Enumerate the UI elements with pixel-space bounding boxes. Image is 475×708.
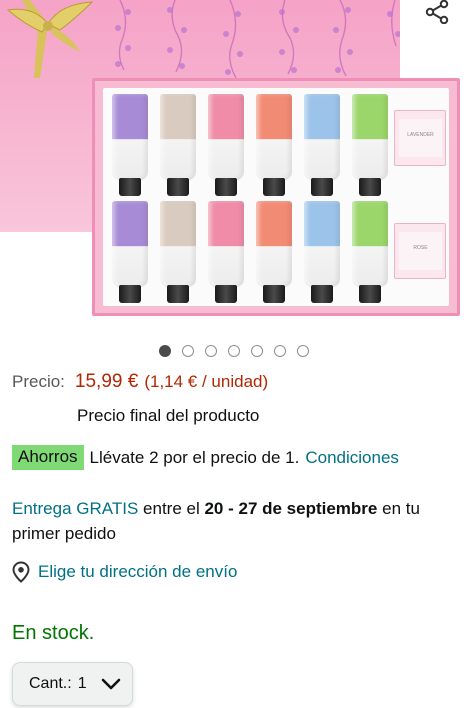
quantity-value: 1 xyxy=(77,675,87,692)
carousel-dot[interactable] xyxy=(228,345,240,357)
address-selector[interactable]: Elige tu dirección de envío xyxy=(11,561,237,583)
tube-row-bottom xyxy=(109,201,394,305)
hand-cream-tube xyxy=(301,201,340,305)
hand-cream-tube xyxy=(301,94,340,198)
delivery-dates: 20 - 27 de septiembre xyxy=(204,499,378,518)
unit-price: (1,14 € / unidad) xyxy=(144,372,269,391)
quantity-label: Cant.: xyxy=(29,675,72,692)
hand-cream-tube xyxy=(157,201,196,305)
hand-cream-tube xyxy=(349,94,388,198)
free-delivery-link[interactable]: Entrega GRATIS xyxy=(12,499,138,518)
tube-row-top xyxy=(109,94,394,198)
hand-cream-tube xyxy=(253,94,292,198)
quantity-dropdown[interactable]: Cant.: 1 xyxy=(12,662,133,706)
carousel-dot[interactable] xyxy=(159,345,171,357)
choose-address-link[interactable]: Elige tu dirección de envío xyxy=(38,562,237,582)
soap-box-rose: ROSE xyxy=(394,223,446,279)
soap-box-lavender: LAVENDER xyxy=(394,110,446,166)
product-image[interactable]: LAVENDER ROSE xyxy=(0,0,475,330)
savings-row: Ahorros Llévate 2 por el precio de 1. Co… xyxy=(12,445,399,470)
price-label: Precio: xyxy=(12,372,65,391)
hand-cream-tube xyxy=(205,94,244,198)
gift-box-tray: LAVENDER ROSE xyxy=(92,78,460,316)
tray-insert: LAVENDER ROSE xyxy=(103,88,449,306)
hand-cream-tube xyxy=(109,201,148,305)
carousel-dot[interactable] xyxy=(205,345,217,357)
hand-cream-tube xyxy=(109,94,148,198)
price-value: 15,99 € xyxy=(74,371,139,392)
location-pin-icon xyxy=(12,561,30,583)
hand-cream-tube xyxy=(205,201,244,305)
carousel-dot[interactable] xyxy=(182,345,194,357)
carousel-dot[interactable] xyxy=(274,345,286,357)
final-price-note: Precio final del producto xyxy=(77,406,260,425)
price-row: Precio: 15,99 € (1,14 € / unidad) xyxy=(12,371,268,393)
conditions-link[interactable]: Condiciones xyxy=(305,448,399,468)
share-icon xyxy=(425,0,449,24)
stock-status: En stock. xyxy=(12,622,95,644)
soap-label: LAVENDER xyxy=(407,132,434,138)
hand-cream-tube xyxy=(157,94,196,198)
carousel-dot[interactable] xyxy=(297,345,309,357)
delivery-text: entre el xyxy=(143,499,200,518)
chevron-down-icon xyxy=(101,678,121,690)
savings-text: Llévate 2 por el precio de 1. xyxy=(89,447,300,467)
hand-cream-tube xyxy=(349,201,388,305)
savings-badge: Ahorros xyxy=(12,445,84,470)
image-carousel-indicator xyxy=(159,345,309,357)
delivery-info: Entrega GRATIS entre el 20 - 27 de septi… xyxy=(12,496,462,546)
share-button[interactable] xyxy=(420,0,454,24)
hand-cream-tube xyxy=(253,201,292,305)
soap-label: ROSE xyxy=(413,245,428,251)
ribbon-bow-icon xyxy=(6,0,94,78)
carousel-dot[interactable] xyxy=(251,345,263,357)
